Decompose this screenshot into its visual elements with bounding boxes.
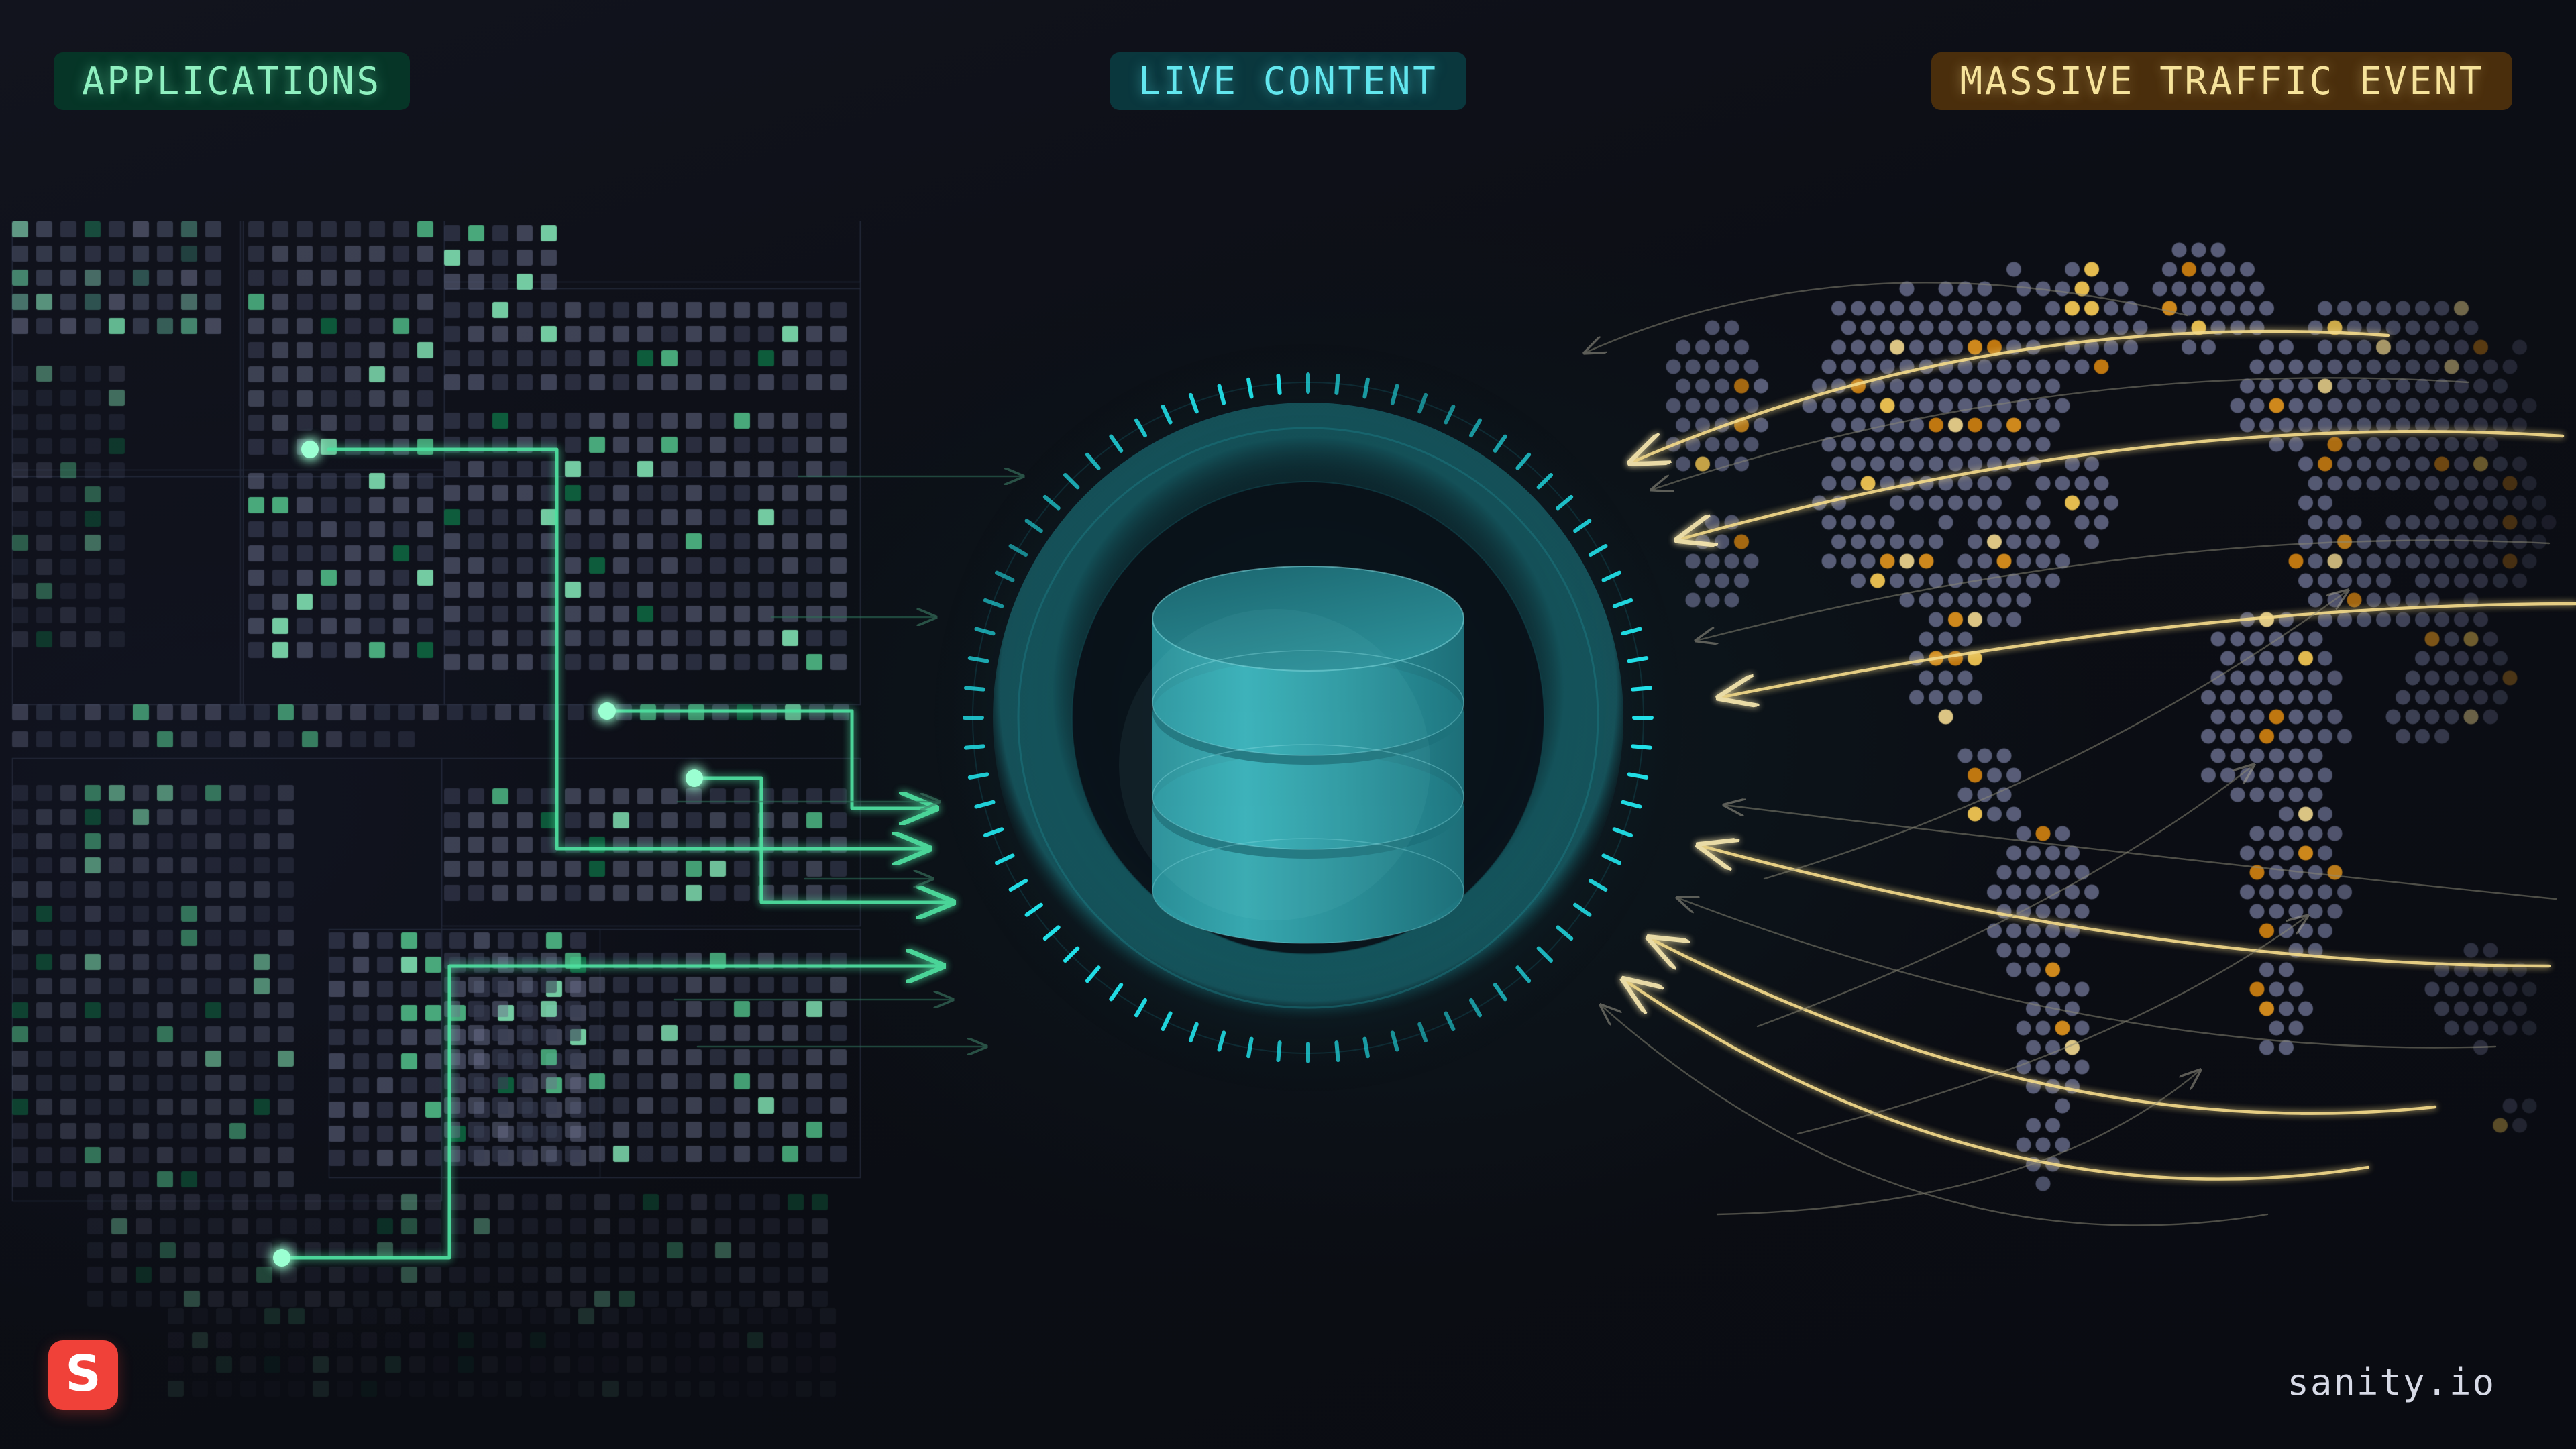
hub-tick (1334, 373, 1340, 395)
hub-tick (1334, 1040, 1340, 1063)
content-lake-database (932, 342, 1684, 1093)
badge-applications: APPLICATIONS (54, 52, 410, 110)
hub-tick (1631, 744, 1653, 750)
cylinder-sheen (1119, 609, 1430, 920)
sanity-logo[interactable]: S (48, 1340, 118, 1410)
world-map-canvas (1664, 201, 2576, 1368)
sanity-wordmark: sanity.io (2287, 1361, 2496, 1403)
logo-letter: S (65, 1345, 101, 1403)
pixel-grid-canvas (0, 221, 872, 1449)
database-cylinder (1119, 566, 1464, 944)
hub-tick (1276, 1040, 1282, 1063)
badge-traffic-event: MASSIVE TRAFFIC EVENT (1931, 52, 2512, 110)
diagram-stage: APPLICATIONS LIVE CONTENT MASSIVE TRAFFI… (0, 0, 2576, 1449)
applications-pixel-grid (0, 221, 872, 1449)
badge-row: APPLICATIONS LIVE CONTENT MASSIVE TRAFFI… (0, 0, 2576, 134)
hub-tick (963, 686, 985, 692)
hub-tick (963, 744, 985, 750)
world-traffic-map (1664, 201, 2576, 1368)
hub-tick (1276, 373, 1282, 395)
badge-live-content: LIVE CONTENT (1110, 52, 1466, 110)
hub-tick (1631, 686, 1653, 692)
